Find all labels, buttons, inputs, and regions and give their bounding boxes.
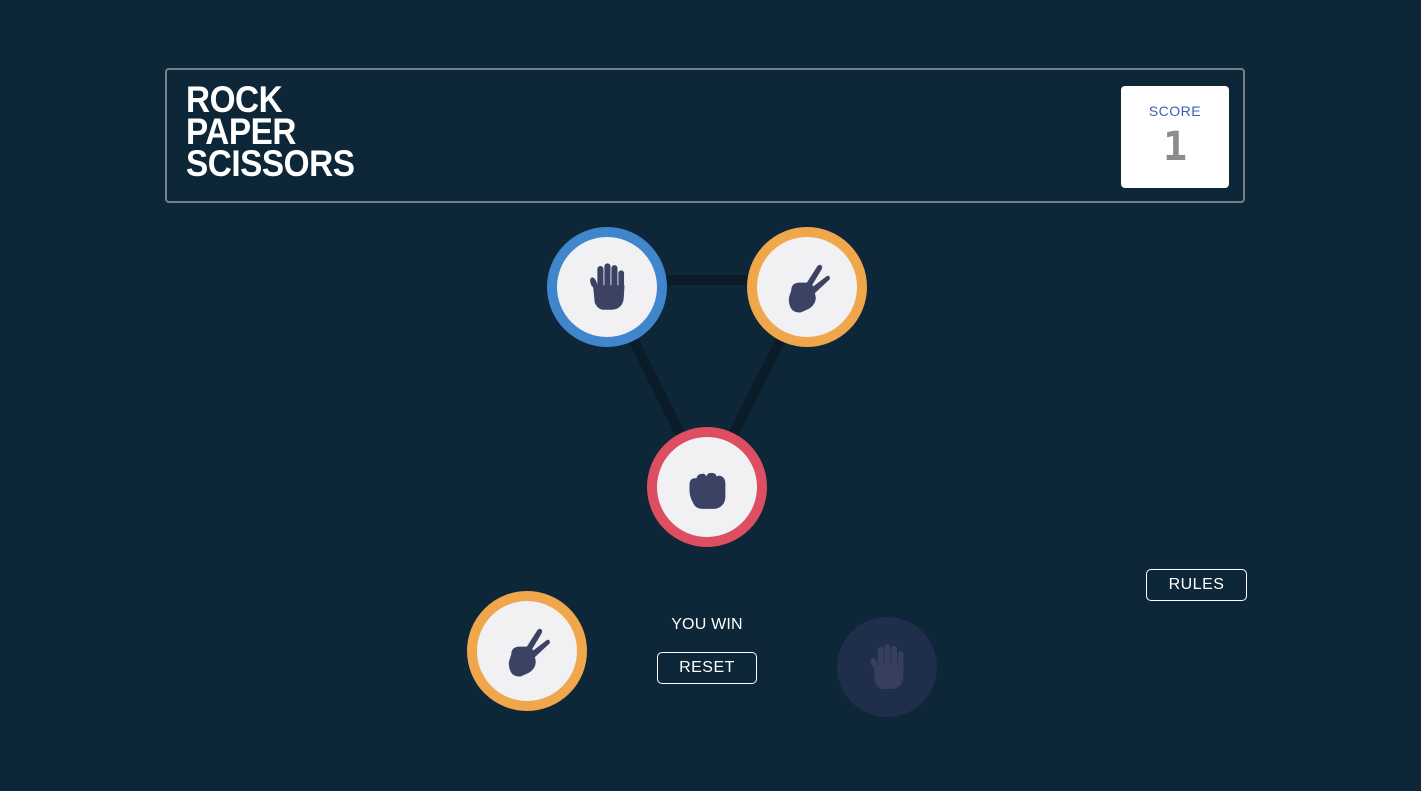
scissors-hand-icon [508, 628, 550, 677]
game-stage: ROCK PAPER SCISSORS SCORE 1 YOU WIN RESE… [0, 0, 1421, 791]
paper-hand-icon [870, 644, 904, 689]
scissors-choice-button[interactable] [747, 227, 867, 347]
rock-fist-icon [689, 472, 726, 509]
result-message: YOU WIN [671, 616, 743, 633]
rock-choice-button[interactable] [647, 427, 767, 547]
rules-button[interactable]: RULES [1146, 569, 1247, 601]
header-panel: ROCK PAPER SCISSORS SCORE 1 [165, 68, 1245, 203]
paper-hand-icon [590, 263, 625, 310]
score-value: 1 [1162, 124, 1188, 170]
reset-button[interactable]: RESET [657, 652, 757, 684]
score-label: SCORE [1148, 103, 1202, 119]
scissors-hand-icon [788, 264, 830, 313]
title-line-scissors: SCISSORS [186, 143, 355, 184]
house-pick-paper [837, 617, 937, 717]
game-title: ROCK PAPER SCISSORS [186, 81, 355, 184]
player-pick-scissors [467, 591, 587, 711]
score-box: SCORE 1 [1121, 86, 1229, 188]
paper-choice-button[interactable] [547, 227, 667, 347]
